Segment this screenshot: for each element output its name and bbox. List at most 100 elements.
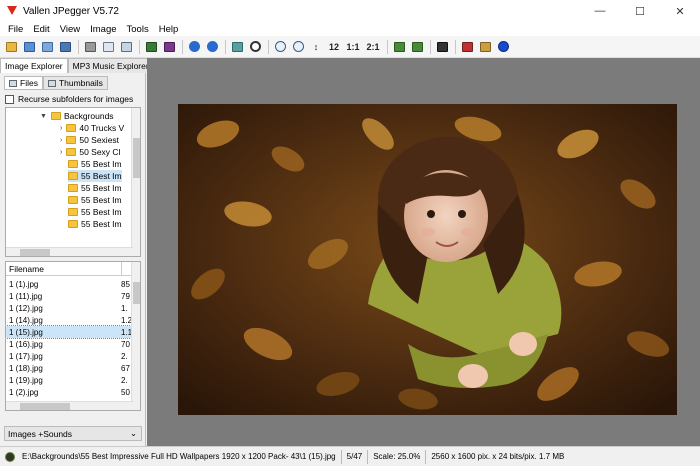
browse-icon[interactable] bbox=[21, 39, 37, 55]
info-icon[interactable] bbox=[495, 39, 511, 55]
file-row[interactable]: 1 (2).jpg 50 bbox=[6, 386, 133, 398]
expand-icon[interactable]: › bbox=[60, 137, 62, 144]
zoom-2-1-button[interactable]: 2:1 bbox=[364, 39, 382, 55]
rotate-right-icon[interactable] bbox=[409, 39, 425, 55]
folder-icon bbox=[66, 148, 77, 156]
file-name: 1 (14).jpg bbox=[9, 315, 43, 325]
file-name: 1 (11).jpg bbox=[9, 291, 43, 301]
left-panel: Image Explorer MP3 Music Explorer Files … bbox=[0, 58, 154, 446]
settings-icon[interactable] bbox=[247, 39, 263, 55]
tree-item[interactable]: ▼ Backgrounds bbox=[40, 110, 114, 122]
previous-image-icon[interactable] bbox=[186, 39, 202, 55]
file-name: 1 (17).jpg bbox=[9, 351, 43, 361]
tree-item[interactable]: › 50 Sexy Cl bbox=[60, 146, 120, 158]
folder-tree[interactable]: ▼ Backgrounds › 40 Trucks V › 50 Sexiest… bbox=[5, 107, 141, 257]
file-row[interactable]: 1 (12).jpg 1. bbox=[6, 302, 133, 314]
zoom-out-icon[interactable] bbox=[290, 39, 306, 55]
copy-files-icon[interactable] bbox=[39, 39, 55, 55]
slideshow-icon[interactable] bbox=[143, 39, 159, 55]
minimize-button[interactable]: — bbox=[580, 0, 620, 22]
file-list[interactable]: Filename 1 (1).jpg 85 1 (11).jpg 79 1 (12)… bbox=[5, 261, 141, 411]
menu-file[interactable]: File bbox=[3, 24, 28, 35]
file-row[interactable]: 1 (11).jpg 79 bbox=[6, 290, 133, 302]
menu-help[interactable]: Help bbox=[154, 24, 184, 35]
recurse-checkbox[interactable] bbox=[5, 94, 14, 104]
menu-view[interactable]: View bbox=[55, 24, 85, 35]
camera-icon[interactable] bbox=[434, 39, 450, 55]
tree-vertical-scrollbar[interactable] bbox=[131, 108, 140, 256]
subtab-files-label: Files bbox=[20, 78, 38, 88]
file-row[interactable]: 1 (14).jpg 1.2 bbox=[6, 314, 133, 326]
scroll-thumb[interactable] bbox=[20, 249, 50, 256]
menu-bar: File Edit View Image Tools Help bbox=[0, 22, 700, 36]
tab-image-explorer[interactable]: Image Explorer bbox=[0, 58, 68, 73]
file-list-horizontal-scrollbar[interactable] bbox=[6, 401, 133, 410]
folder-icon bbox=[68, 208, 78, 216]
file-list-vertical-scrollbar[interactable] bbox=[131, 262, 140, 410]
zoom-12-button[interactable]: 12 bbox=[326, 39, 342, 55]
folder-icon bbox=[68, 196, 78, 204]
scroll-thumb[interactable] bbox=[133, 282, 140, 304]
file-row[interactable]: 1 (17).jpg 2. bbox=[6, 350, 133, 362]
file-name: 1 (2).jpg bbox=[9, 387, 39, 397]
scroll-thumb[interactable] bbox=[20, 403, 70, 410]
toolbar-divider bbox=[387, 39, 388, 54]
zoom-in-icon[interactable] bbox=[272, 39, 288, 55]
close-button[interactable]: ✕ bbox=[660, 0, 700, 22]
image-viewer[interactable] bbox=[147, 58, 700, 446]
copy-icon[interactable] bbox=[100, 39, 116, 55]
toolbar-divider bbox=[430, 39, 431, 54]
column-filename[interactable]: Filename bbox=[6, 264, 121, 274]
toolbar-divider bbox=[139, 39, 140, 54]
file-row[interactable]: 1 (18).jpg 67 bbox=[6, 362, 133, 374]
status-image-index: 5/47 bbox=[342, 449, 369, 464]
tree-item[interactable]: › 40 Trucks V bbox=[60, 122, 124, 134]
screen-capture-icon[interactable] bbox=[229, 39, 245, 55]
next-image-icon[interactable] bbox=[204, 39, 220, 55]
tree-item[interactable]: 55 Best Im bbox=[68, 182, 122, 194]
file-row-selected[interactable]: 1 (15).jpg 1.1 bbox=[6, 325, 134, 339]
scroll-thumb[interactable] bbox=[133, 138, 140, 178]
tree-item-selected[interactable]: 55 Best Im bbox=[68, 170, 122, 182]
tree-item[interactable]: 55 Best Im bbox=[68, 218, 122, 230]
zoom-1-1-button[interactable]: 1:1 bbox=[344, 39, 362, 55]
file-row[interactable]: 1 (19).jpg 2. bbox=[6, 374, 133, 386]
tab-mp3-music-explorer[interactable]: MP3 Music Explorer bbox=[67, 58, 154, 73]
chevron-down-icon: ⌄ bbox=[129, 428, 137, 438]
fullscreen-icon[interactable] bbox=[161, 39, 177, 55]
rotate-left-icon[interactable] bbox=[391, 39, 407, 55]
print-icon[interactable] bbox=[82, 39, 98, 55]
move-files-icon[interactable] bbox=[57, 39, 73, 55]
title-bar: Vallen JPegger V5.72 — ☐ ✕ bbox=[0, 0, 700, 22]
tree-item[interactable]: 55 Best Im bbox=[68, 194, 122, 206]
subtab-files[interactable]: Files bbox=[4, 76, 43, 90]
file-row[interactable]: 1 (16).jpg 70 bbox=[6, 338, 133, 350]
toolbar-divider bbox=[182, 39, 183, 54]
tree-item[interactable]: › 50 Sexiest bbox=[60, 134, 119, 146]
fit-width-icon[interactable]: ↕ bbox=[308, 39, 324, 55]
expand-icon[interactable]: › bbox=[60, 125, 62, 132]
tree-item-label: 55 Best Im bbox=[81, 219, 122, 229]
file-row[interactable]: 1 (1).jpg 85 bbox=[6, 278, 133, 290]
menu-tools[interactable]: Tools bbox=[122, 24, 154, 35]
open-folder-icon[interactable] bbox=[3, 39, 19, 55]
menu-edit[interactable]: Edit bbox=[28, 24, 54, 35]
book-icon[interactable] bbox=[459, 39, 475, 55]
paste-icon[interactable] bbox=[118, 39, 134, 55]
expand-icon[interactable]: › bbox=[60, 149, 62, 156]
status-file-path: E:\Backgrounds\55 Best Impressive Full H… bbox=[17, 449, 342, 464]
maximize-button[interactable]: ☐ bbox=[620, 0, 660, 22]
collapse-icon[interactable]: ▼ bbox=[40, 113, 47, 120]
audio-icon[interactable] bbox=[477, 39, 493, 55]
folder-icon bbox=[68, 160, 78, 168]
tree-horizontal-scrollbar[interactable] bbox=[6, 247, 133, 256]
window-title: Vallen JPegger V5.72 bbox=[23, 5, 119, 17]
menu-image[interactable]: Image bbox=[85, 24, 121, 35]
tree-item[interactable]: 55 Best Im bbox=[68, 158, 122, 170]
status-bar: E:\Backgrounds\55 Best Impressive Full H… bbox=[0, 446, 700, 466]
subtab-thumbnails[interactable]: Thumbnails bbox=[42, 76, 108, 90]
tree-item[interactable]: 55 Best Im bbox=[68, 206, 122, 218]
media-filter-select[interactable]: Images +Sounds ⌄ bbox=[4, 426, 142, 441]
folder-icon bbox=[68, 172, 78, 180]
folder-icon bbox=[68, 184, 78, 192]
